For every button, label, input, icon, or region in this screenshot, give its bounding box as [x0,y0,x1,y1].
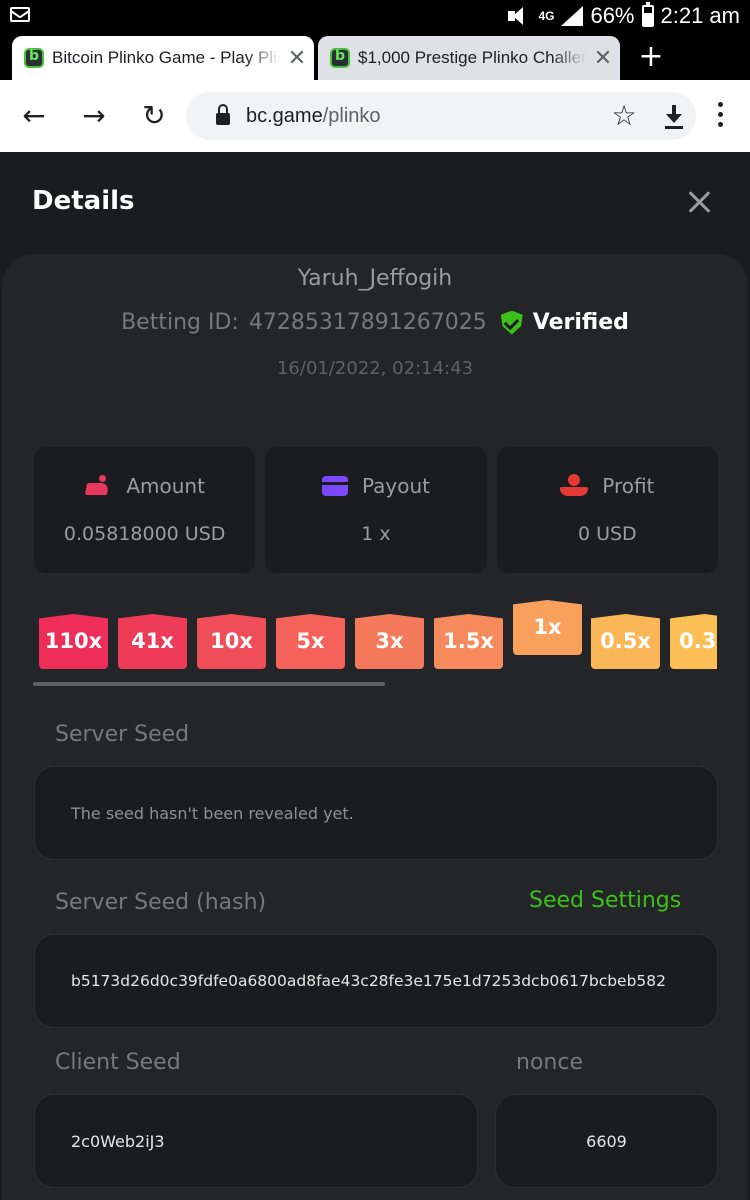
client-seed-label: Client Seed [55,1050,181,1075]
bcgame-favicon-icon [24,48,44,68]
url-text: bc.game/plinko [246,104,381,127]
multiplier-slot: 41x [118,614,187,669]
close-tab-icon[interactable]: ✕ [280,45,314,71]
battery-percent: 66% [590,3,635,28]
bet-timestamp: 16/01/2022, 02:14:43 [276,358,474,379]
battery-icon [641,2,654,27]
stat-value: 0.05818000 USD [63,523,226,545]
mute-icon [505,6,531,26]
back-arrow-icon[interactable]: ← [16,98,52,134]
stat-label: Amount [126,474,205,498]
betting-id-label: Betting ID: [121,310,239,335]
reload-icon[interactable]: ↻ [136,98,172,134]
multiplier-slot: 1.5x [434,614,503,669]
verified-shield-icon [500,310,523,335]
server-seed-field[interactable]: The seed hasn't been revealed yet. [34,766,718,860]
multiplier-slot: 0.5x [591,614,660,669]
clock: 2:21 am [660,3,741,28]
multiplier-slot: 0.3x [670,614,717,669]
multiplier-slot-highlighted: 1x [513,600,582,655]
username[interactable]: Yaruh_Jeffogih [2,266,748,291]
stat-value: 0 USD [577,523,637,545]
tab-plinko-game[interactable]: Bitcoin Plinko Game - Play Plinko ✕ [12,36,314,80]
stat-value: 1 x [361,523,391,545]
client-seed-field[interactable]: 2c0Web2iJ3 [34,1094,478,1188]
client-seed-value: 2c0Web2iJ3 [71,1131,165,1151]
stat-label: Profit [602,474,655,498]
bcgame-favicon-icon [330,48,350,68]
close-icon[interactable] [684,186,716,218]
server-seed-label: Server Seed [55,722,190,747]
multiplier-slot: 5x [276,614,345,669]
stat-payout: Payout 1 x [265,447,487,573]
seed-settings-link[interactable]: Seed Settings [529,888,681,913]
nonce-label: nonce [516,1050,583,1075]
stat-label: Payout [361,474,430,498]
tab-prestige-challenge[interactable]: $1,000 Prestige Plinko Challenge ✕ [318,36,620,80]
mail-icon [10,7,30,22]
signal-icon [559,5,584,27]
forward-arrow-icon[interactable]: → [76,98,112,134]
server-seed-hash-value: b5173d26d0c39fdfe0a6800ad8fae43c28fe3e17… [71,972,667,990]
multiplier-slot: 3x [355,614,424,669]
amount-icon [84,475,112,497]
lock-icon [216,104,230,125]
multiplier-row[interactable]: 110x 41x 10x 5x 3x 1.5x 1x 0.5x 0.3x [39,594,717,684]
status-bar: 4G 66% 2:21 am [0,0,750,32]
betting-id-row: Betting ID: 47285317891267025 Verified [2,310,748,335]
modal-title: Details [32,186,135,216]
server-seed-value: The seed hasn't been revealed yet. [71,803,354,823]
nonce-value: 6609 [586,1131,627,1151]
network-type: 4G [538,9,555,23]
bookmark-star-icon[interactable]: ☆ [606,98,642,134]
download-icon[interactable] [656,98,692,134]
profit-icon [560,474,589,498]
details-modal: Details Yaruh_Jeffogih Betting ID: 47285… [0,152,750,1200]
details-panel: Yaruh_Jeffogih Betting ID: 4728531789126… [2,254,748,1200]
stat-profit: Profit 0 USD [496,447,718,573]
betting-id: 47285317891267025 [248,310,487,335]
nonce-field[interactable]: 6609 [495,1094,718,1188]
multiplier-scrollbar[interactable] [33,682,385,686]
verified-badge: Verified [532,310,629,335]
server-seed-hash-label: Server Seed (hash) [55,890,267,915]
stat-amount: Amount 0.05818000 USD [34,447,256,573]
tab-title: Bitcoin Plinko Game - Play Plinko [52,48,280,67]
payout-icon [321,476,348,496]
multiplier-slot: 10x [197,614,266,669]
tab-title: $1,000 Prestige Plinko Challenge [358,48,586,67]
bet-stats: Amount 0.05818000 USD Payout 1 x Profit … [34,447,718,573]
close-tab-icon[interactable]: ✕ [586,45,620,71]
multiplier-slot: 110x [39,614,108,669]
address-bar: ← → ↻ bc.game/plinko ☆ [0,80,750,152]
tab-strip: Bitcoin Plinko Game - Play Plinko ✕ $1,0… [0,32,750,80]
server-seed-hash-field[interactable]: b5173d26d0c39fdfe0a6800ad8fae43c28fe3e17… [34,934,718,1028]
new-tab-icon[interactable]: + [634,40,668,76]
more-menu-icon[interactable] [712,102,728,132]
url-input[interactable]: bc.game/plinko ☆ [186,92,696,140]
